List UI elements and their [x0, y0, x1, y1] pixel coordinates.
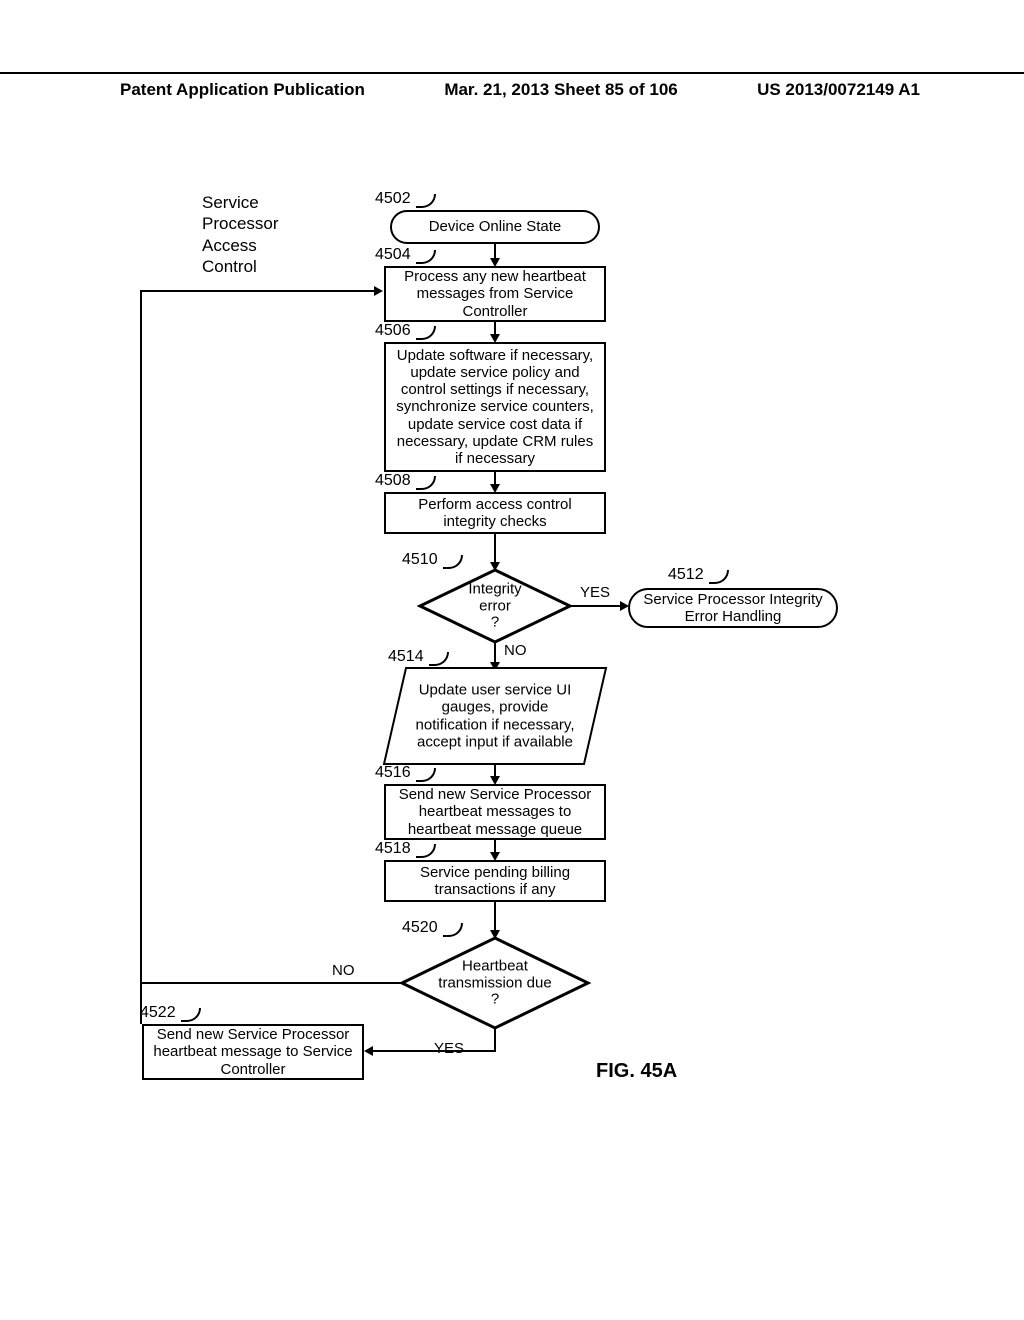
- diamond-4510-text: Integrity error ?: [468, 581, 521, 631]
- hook-4516: [416, 768, 436, 782]
- label-yes-4510: YES: [580, 584, 610, 601]
- parallelogram-4514-text: Update user service UI gauges, provide n…: [410, 682, 580, 751]
- box-4506-text: Update software if necessary, update ser…: [392, 347, 598, 468]
- terminator-4512: Service Processor Integrity Error Handli…: [628, 588, 838, 628]
- terminator-4512-text: Service Processor Integrity Error Handli…: [640, 591, 826, 626]
- hook-4522: [181, 1008, 201, 1022]
- hook-4512: [709, 570, 729, 584]
- diamond-4520-text: Heartbeat transmission due ?: [438, 958, 551, 1008]
- terminator-4502-text: Device Online State: [429, 218, 562, 235]
- box-4522-text: Send new Service Processor heartbeat mes…: [150, 1026, 356, 1078]
- box-4508-text: Perform access control integrity checks: [392, 496, 598, 531]
- hook-4518: [416, 844, 436, 858]
- page-header: Patent Application Publication Mar. 21, …: [0, 72, 1024, 100]
- num-4510: 4510: [402, 551, 438, 569]
- num-4506: 4506: [375, 322, 411, 340]
- num-4514: 4514: [388, 648, 424, 666]
- header-center: Mar. 21, 2013 Sheet 85 of 106: [444, 80, 677, 100]
- header-left: Patent Application Publication: [0, 80, 365, 100]
- box-4518: Service pending billing transactions if …: [384, 860, 606, 902]
- label-no-4510: NO: [504, 642, 527, 659]
- num-4520: 4520: [402, 919, 438, 937]
- terminator-4502: Device Online State: [390, 210, 600, 244]
- hook-4504: [416, 250, 436, 264]
- num-4502: 4502: [375, 190, 411, 208]
- num-4504: 4504: [375, 246, 411, 264]
- num-4508: 4508: [375, 472, 411, 490]
- box-4506: Update software if necessary, update ser…: [384, 342, 606, 472]
- figure-label: FIG. 45A: [596, 1060, 677, 1083]
- box-4518-text: Service pending billing transactions if …: [392, 864, 598, 899]
- hook-4508: [416, 476, 436, 490]
- num-4522: 4522: [140, 1004, 176, 1022]
- num-4512: 4512: [668, 566, 704, 584]
- num-4518: 4518: [375, 840, 411, 858]
- hook-4506: [416, 326, 436, 340]
- parallelogram-4514: Update user service UI gauges, provide n…: [384, 668, 606, 769]
- hook-4502: [416, 194, 436, 208]
- hook-4520: [443, 923, 463, 937]
- box-4516: Send new Service Processor heartbeat mes…: [384, 784, 606, 840]
- flowchart-diagram: Service Processor Access Control 4502 De…: [140, 170, 890, 1180]
- label-yes-4520: YES: [434, 1040, 464, 1057]
- hook-4510: [443, 555, 463, 569]
- box-4516-text: Send new Service Processor heartbeat mes…: [392, 786, 598, 838]
- num-4516: 4516: [375, 764, 411, 782]
- hook-4514: [429, 652, 449, 666]
- header-right: US 2013/0072149 A1: [757, 80, 1024, 100]
- box-4504-text: Process any new heartbeat messages from …: [392, 268, 598, 320]
- label-no-4520: NO: [332, 962, 355, 979]
- box-4522: Send new Service Processor heartbeat mes…: [142, 1024, 364, 1080]
- box-4504: Process any new heartbeat messages from …: [384, 266, 606, 322]
- diagram-title: Service Processor Access Control: [202, 192, 279, 277]
- box-4508: Perform access control integrity checks: [384, 492, 606, 534]
